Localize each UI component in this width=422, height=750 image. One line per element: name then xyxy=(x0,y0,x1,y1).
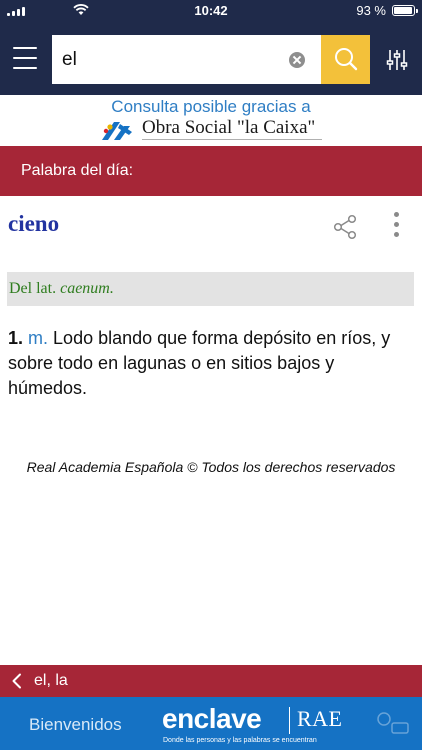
search-box xyxy=(52,35,321,84)
status-bar: 10:42 93 % xyxy=(0,0,422,22)
sponsor-text: Consulta posible gracias a xyxy=(111,97,311,116)
search-icon xyxy=(335,48,358,71)
enclave-ad-banner[interactable]: Bienvenidos enclave RAE Donde las person… xyxy=(0,697,422,750)
etymology-term: caenum. xyxy=(60,280,114,297)
etymology-prefix: Del lat. xyxy=(9,280,61,297)
battery-percent: 93 % xyxy=(356,3,386,18)
ad-divider xyxy=(289,707,290,734)
search-button[interactable] xyxy=(321,35,370,84)
search-input[interactable] xyxy=(62,35,282,84)
decorative-icon xyxy=(377,712,409,734)
sliders-icon[interactable] xyxy=(386,49,408,71)
chevron-left-icon xyxy=(12,673,21,689)
definition: 1. m. Lodo blando que forma depósito en … xyxy=(8,326,416,401)
copyright-notice: Real Academia Española © Todos los derec… xyxy=(26,459,396,475)
sponsor-banner[interactable]: Consulta posible gracias a Obra Social "… xyxy=(0,95,422,146)
definition-text: Lodo blando que forma depósito en ríos, … xyxy=(8,328,391,398)
word-of-day-bar: Palabra del día: xyxy=(0,146,422,196)
clear-icon[interactable] xyxy=(289,52,305,68)
sponsor-name: Obra Social "la Caixa" xyxy=(142,117,316,138)
ad-partner: RAE xyxy=(297,706,343,731)
ad-welcome-text: Bienvenidos xyxy=(29,715,122,734)
definition-number: 1. xyxy=(8,328,24,348)
battery-icon xyxy=(392,5,418,16)
hamburger-icon[interactable] xyxy=(13,47,37,69)
previous-word-label: el, la xyxy=(34,672,68,689)
more-vertical-icon[interactable] xyxy=(388,212,404,242)
ad-brand: enclave xyxy=(162,703,262,734)
grammar-abbreviation[interactable]: m. xyxy=(28,328,48,348)
search-header xyxy=(0,22,422,95)
headword: cieno xyxy=(8,211,60,236)
etymology: Del lat. caenum. xyxy=(7,272,414,306)
previous-word-button[interactable]: el, la xyxy=(0,665,422,697)
sponsor-underline xyxy=(142,139,322,140)
caixa-star-icon xyxy=(102,122,132,140)
ad-tagline: Donde las personas y las palabras se enc… xyxy=(163,737,317,744)
share-icon[interactable] xyxy=(333,214,357,240)
word-of-day-label: Palabra del día: xyxy=(21,162,134,179)
